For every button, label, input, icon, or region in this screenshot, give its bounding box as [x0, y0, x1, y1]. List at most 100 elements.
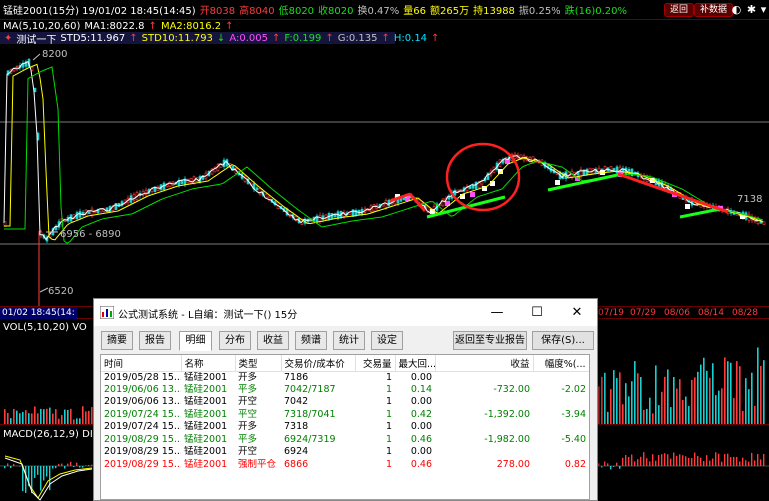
cell-time: 2019/08/29 15...: [104, 446, 181, 458]
macd-bar: [67, 463, 69, 466]
table-row[interactable]: 2019/05/28 15... 锰硅2001 开多 7186 1 0.00: [101, 371, 589, 384]
dialog-titlebar[interactable]: 公式测试系统 - L自编：测试一下() 15分 — ☐ ✕: [94, 299, 597, 326]
volume-bar: [58, 418, 60, 424]
cell-maxdd: 0.46: [410, 458, 432, 470]
volume-bar: [46, 408, 48, 424]
back-button[interactable]: 返回: [664, 3, 695, 17]
minimize-icon[interactable]: —: [477, 299, 517, 326]
tab-report[interactable]: 报告: [139, 331, 171, 350]
cell-pct: [533, 446, 589, 459]
save-button[interactable]: 保存(S)...: [532, 331, 594, 350]
volume-bar: [652, 413, 654, 424]
signal-marker: [470, 192, 475, 197]
volume-bar: [640, 377, 642, 424]
macd-bar: [19, 466, 21, 467]
macd-bar: [34, 466, 36, 478]
table-row[interactable]: 2019/08/29 15... 锰硅2001 平多 6924/7319 1 0.46 -1…: [101, 434, 589, 447]
tab-spectrum[interactable]: 频谱: [295, 331, 327, 350]
volume-bar: [85, 411, 87, 424]
volume-bar: [25, 410, 27, 424]
table-row[interactable]: 2019/07/24 15... 锰硅2001 开多 7318 1 0.00: [101, 421, 589, 434]
std5-up-arrow-icon: ↑: [129, 32, 138, 44]
volume-label: VOL(5,10,20) VO: [3, 322, 87, 333]
col-max-drawdown[interactable]: 最大回...: [395, 355, 436, 372]
volume-bar: [703, 357, 705, 424]
col-profit[interactable]: 收益: [435, 355, 534, 372]
cell-price: 6924: [284, 446, 309, 458]
macd-bar: [55, 466, 57, 469]
price-chart-svg[interactable]: [0, 44, 769, 306]
col-type[interactable]: 类型: [235, 355, 282, 372]
ma3-line: [4, 66, 764, 244]
table-row[interactable]: 2019/06/06 13... 锰硅2001 平多 7042/7187 1 0.14 -7…: [101, 384, 589, 397]
open-price: 开8038: [199, 6, 236, 17]
tab-statistics[interactable]: 统计: [333, 331, 365, 350]
ma1-value: MA1:8022.8: [84, 20, 145, 32]
volume-value: 量66: [403, 6, 427, 17]
col-time[interactable]: 时间: [101, 355, 182, 372]
table-row[interactable]: 2019/08/29 15... 锰硅2001 强制平仓 6866 1 0.46 278.0…: [101, 459, 589, 472]
table-row[interactable]: 2019/07/24 15... 锰硅2001 平空 7318/7041 1 0.42 -1…: [101, 409, 589, 422]
cell-time: 2019/08/29 15...: [104, 433, 181, 445]
trade-detail-table[interactable]: 时间 名称 类型 交易价/成本价 交易量 最大回... 收益 幅度%(... 2…: [100, 354, 590, 500]
macd-bar: [751, 452, 753, 466]
return-to-report-button[interactable]: 返回至专业报告: [453, 331, 527, 350]
dialog-tabs: 摘要 报告 明细 分布 收益 频谱 统计 设定 返回至专业报告 保存(S)...: [94, 331, 597, 351]
cell-price: 7042: [284, 396, 309, 408]
col-qty[interactable]: 交易量: [355, 355, 396, 372]
col-name[interactable]: 名称: [181, 355, 236, 372]
menu-icon[interactable]: ▾: [756, 2, 769, 17]
volume-bar: [694, 377, 696, 424]
std5-value: STD5:11.967: [60, 32, 126, 44]
table-header: 时间 名称 类型 交易价/成本价 交易量 最大回... 收益 幅度%(...: [101, 355, 589, 372]
macd-bar: [679, 454, 681, 466]
table-row[interactable]: 2019/08/29 15... 锰硅2001 开空 6924 1 0.00: [101, 446, 589, 459]
tab-profit[interactable]: 收益: [257, 331, 289, 350]
macd-bar: [598, 463, 600, 466]
cell-name: 锰硅2001: [184, 371, 228, 383]
close-price: 收8020: [318, 6, 354, 17]
swing-value: 振0.25%: [518, 6, 561, 17]
formula-test-dialog[interactable]: 公式测试系统 - L自编：测试一下() 15分 — ☐ ✕ 摘要 报告 明细 分…: [93, 298, 598, 501]
macd-bar: [760, 459, 762, 466]
col-price[interactable]: 交易价/成本价: [281, 355, 356, 372]
cell-maxdd: 0.00: [410, 371, 432, 383]
macd-bar: [730, 457, 732, 466]
macd-bar: [637, 459, 639, 466]
volume-bar: [739, 366, 741, 424]
close-icon[interactable]: ✕: [557, 299, 597, 326]
f-value: F:0.199: [284, 32, 322, 44]
volume-bar: [742, 410, 744, 424]
macd-bar: [694, 452, 696, 466]
volume-bar: [706, 370, 708, 424]
tab-distribution[interactable]: 分布: [219, 331, 251, 350]
volume-bar: [28, 413, 30, 424]
maximize-icon[interactable]: ☐: [517, 299, 557, 326]
col-amplitude[interactable]: 幅度%(...: [533, 355, 589, 372]
volume-bar: [628, 396, 630, 424]
volume-bar: [670, 407, 672, 424]
clock-icon[interactable]: ◐: [729, 2, 744, 17]
macd-bar: [607, 463, 609, 466]
macd-bar: [655, 460, 657, 466]
tab-detail[interactable]: 明细: [179, 331, 212, 351]
volume-bar: [727, 361, 729, 424]
ma2-up-arrow-icon: ↑: [225, 20, 234, 32]
price-chart[interactable]: 8200 6956 - 6890 6520 7138: [0, 44, 769, 306]
candle-body: [321, 215, 325, 220]
tab-settings[interactable]: 设定: [371, 331, 403, 350]
add-indicator-icon[interactable]: ✦: [4, 33, 12, 44]
volume-bar: [655, 365, 657, 424]
macd-bar: [661, 454, 663, 466]
volume-bar: [607, 411, 609, 424]
cell-type: 平空: [238, 408, 258, 420]
fill-data-button[interactable]: 补数据: [694, 3, 734, 17]
macd-bar: [688, 457, 690, 466]
macd-bar: [10, 466, 12, 469]
cell-time: 2019/05/28 15...: [104, 371, 181, 383]
volume-bar: [40, 408, 42, 424]
volume-bar: [610, 389, 612, 424]
table-row[interactable]: 2019/06/06 13... 锰硅2001 开空 7042 1 0.00: [101, 396, 589, 409]
formula-indicator-line: ✦ 测试一下 STD5:11.967 ↑ STD10:11.793 ↓ A:0.…: [0, 32, 439, 46]
tab-summary[interactable]: 摘要: [101, 331, 133, 350]
